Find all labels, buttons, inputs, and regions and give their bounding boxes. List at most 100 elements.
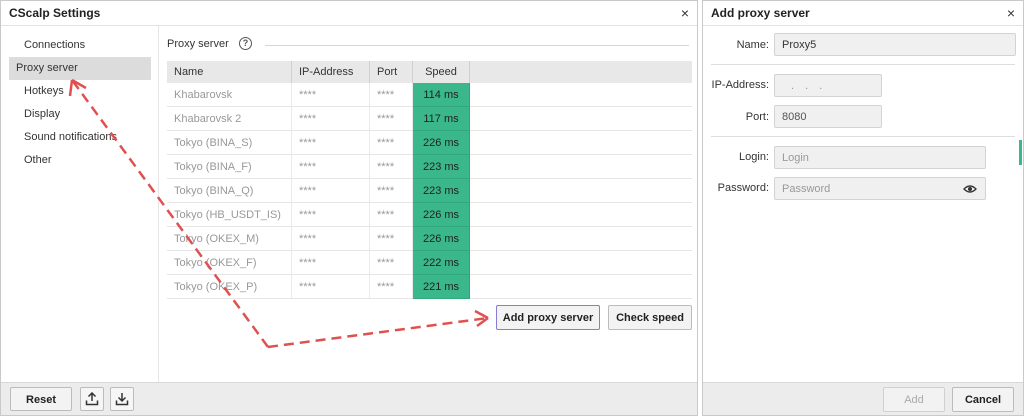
ip-address-label: IP-Address:: [711, 79, 769, 91]
column-header-port[interactable]: Port: [369, 61, 413, 83]
port-label: Port:: [745, 111, 769, 123]
cell-name: Tokyo (OKEX_P): [167, 274, 292, 299]
cell-port: ****: [369, 178, 413, 203]
dialog-footer: Add Cancel: [703, 382, 1023, 415]
close-icon[interactable]: ×: [1007, 1, 1015, 25]
cell-speed: 221 ms: [412, 274, 470, 299]
cell-name: Tokyo (OKEX_F): [167, 250, 292, 275]
download-button[interactable]: [110, 387, 134, 411]
section-title: Proxy server: [167, 38, 229, 50]
cell-port: ****: [369, 226, 413, 251]
cell-ip: ****: [291, 106, 370, 131]
download-icon: [115, 393, 129, 406]
cell-port: ****: [369, 202, 413, 227]
dialog-titlebar: Add proxy server ×: [703, 1, 1023, 26]
cell-ip: ****: [291, 202, 370, 227]
cell-filler: [469, 106, 692, 131]
edge-indicator: [1019, 140, 1022, 165]
settings-window: CScalp Settings × Connections Proxy serv…: [0, 0, 698, 416]
eye-icon[interactable]: [963, 184, 977, 194]
sidebar-item-connections[interactable]: Connections: [9, 34, 151, 57]
table-row[interactable]: Tokyo (BINA_S) **** **** 226 ms: [167, 130, 692, 155]
settings-titlebar: CScalp Settings ×: [1, 1, 697, 26]
sidebar-item-proxy-server[interactable]: Proxy server: [9, 57, 151, 80]
table-row[interactable]: Tokyo (BINA_F) **** **** 223 ms: [167, 154, 692, 179]
password-input[interactable]: Password: [774, 177, 986, 200]
cell-port: ****: [369, 130, 413, 155]
cell-filler: [469, 83, 692, 107]
upload-icon: [85, 392, 99, 406]
password-label: Password:: [717, 182, 769, 194]
ip-address-field[interactable]: . . .: [774, 74, 882, 97]
cell-filler: [469, 130, 692, 155]
table-row[interactable]: Khabarovsk 2 **** **** 117 ms: [167, 106, 692, 131]
cell-speed: 226 ms: [412, 202, 470, 227]
proxy-table: Name IP-Address Port Speed Khabarovsk ***…: [167, 61, 692, 299]
add-button[interactable]: Add: [883, 387, 945, 412]
login-input[interactable]: Login: [774, 146, 986, 169]
settings-footer: Reset: [1, 382, 697, 415]
close-icon[interactable]: ×: [681, 1, 689, 25]
cell-speed: 226 ms: [412, 130, 470, 155]
sidebar-item-hotkeys[interactable]: Hotkeys: [9, 80, 151, 103]
name-field[interactable]: Proxy5: [774, 33, 1016, 56]
cell-filler: [469, 250, 692, 275]
cell-filler: [469, 202, 692, 227]
cell-port: ****: [369, 106, 413, 131]
cell-speed: 223 ms: [412, 154, 470, 179]
cell-name: Tokyo (OKEX_M): [167, 226, 292, 251]
cell-filler: [469, 154, 692, 179]
cell-ip: ****: [291, 250, 370, 275]
table-row[interactable]: Tokyo (OKEX_M) **** **** 226 ms: [167, 226, 692, 251]
table-row[interactable]: Khabarovsk **** **** 114 ms: [167, 83, 692, 107]
cell-ip: ****: [291, 130, 370, 155]
column-header-name[interactable]: Name: [167, 61, 292, 83]
cell-ip: ****: [291, 178, 370, 203]
name-label: Name:: [736, 39, 769, 51]
cell-port: ****: [369, 154, 413, 179]
cell-name: Tokyo (HB_USDT_IS): [167, 202, 292, 227]
dialog-divider-1: [711, 64, 1015, 65]
cell-filler: [469, 178, 692, 203]
section-header: Proxy server ?: [167, 37, 689, 52]
cell-speed: 117 ms: [412, 106, 470, 131]
table-row[interactable]: Tokyo (BINA_Q) **** **** 223 ms: [167, 178, 692, 203]
cell-ip: ****: [291, 154, 370, 179]
column-header-filler: [469, 61, 692, 83]
add-proxy-dialog: Add proxy server × Name: Proxy5 IP-Addre…: [702, 0, 1024, 416]
cell-name: Khabarovsk 2: [167, 106, 292, 131]
table-row[interactable]: Tokyo (OKEX_P) **** **** 221 ms: [167, 274, 692, 299]
sidebar-divider: [158, 26, 159, 383]
cell-port: ****: [369, 274, 413, 299]
sidebar-item-other[interactable]: Other: [9, 149, 151, 172]
table-row[interactable]: Tokyo (HB_USDT_IS) **** **** 226 ms: [167, 202, 692, 227]
reset-button[interactable]: Reset: [10, 387, 72, 411]
cell-speed: 226 ms: [412, 226, 470, 251]
column-header-ip[interactable]: IP-Address: [291, 61, 370, 83]
column-header-speed[interactable]: Speed: [412, 61, 470, 83]
table-header-row: Name IP-Address Port Speed: [167, 61, 692, 83]
cell-name: Khabarovsk: [167, 83, 292, 107]
cell-speed: 114 ms: [412, 83, 470, 107]
cell-speed: 222 ms: [412, 250, 470, 275]
cell-ip: ****: [291, 226, 370, 251]
dialog-divider-2: [711, 136, 1015, 137]
cell-filler: [469, 274, 692, 299]
upload-button[interactable]: [80, 387, 104, 411]
section-rule: [265, 45, 689, 46]
port-field[interactable]: 8080: [774, 105, 882, 128]
password-placeholder: Password: [782, 183, 831, 195]
settings-sidebar: Connections Proxy server Hotkeys Display…: [1, 26, 157, 383]
cancel-button[interactable]: Cancel: [952, 387, 1014, 412]
sidebar-item-sound-notifications[interactable]: Sound notifications: [9, 126, 151, 149]
sidebar-item-display[interactable]: Display: [9, 103, 151, 126]
cell-ip: ****: [291, 274, 370, 299]
cell-name: Tokyo (BINA_F): [167, 154, 292, 179]
login-label: Login:: [739, 151, 769, 163]
help-icon[interactable]: ?: [239, 37, 252, 50]
window-title: CScalp Settings: [9, 6, 101, 20]
add-proxy-server-button[interactable]: Add proxy server: [496, 305, 600, 330]
table-row[interactable]: Tokyo (OKEX_F) **** **** 222 ms: [167, 250, 692, 275]
check-speed-button[interactable]: Check speed: [608, 305, 692, 330]
cell-port: ****: [369, 250, 413, 275]
